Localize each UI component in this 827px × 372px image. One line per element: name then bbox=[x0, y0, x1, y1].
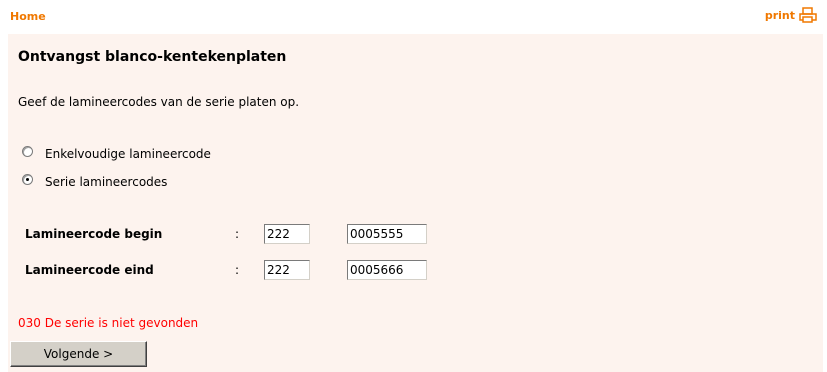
radio-series-button[interactable] bbox=[22, 173, 33, 185]
home-link[interactable]: Home bbox=[10, 10, 46, 23]
page-title: Ontvangst blanco-kentekenplaten bbox=[18, 49, 287, 65]
radio-option-single[interactable]: Enkelvoudige lamineercode bbox=[22, 145, 211, 161]
field-end-label: Lamineercode eind bbox=[25, 263, 154, 277]
print-link[interactable]: print bbox=[765, 7, 817, 23]
begin-code-number-input[interactable] bbox=[347, 224, 427, 244]
radio-single-label: Enkelvoudige lamineercode bbox=[45, 147, 211, 161]
next-button[interactable]: Volgende > bbox=[10, 341, 147, 367]
field-begin-separator: : bbox=[235, 227, 240, 241]
form-panel: Ontvangst blanco-kentekenplaten Geef de … bbox=[8, 34, 823, 372]
begin-code-prefix-input[interactable] bbox=[264, 224, 310, 244]
radio-single-button[interactable] bbox=[22, 145, 33, 157]
top-bar: Home print bbox=[0, 0, 827, 32]
end-code-prefix-input[interactable] bbox=[264, 260, 310, 280]
print-label: print bbox=[764, 8, 795, 22]
printer-icon bbox=[799, 7, 817, 23]
radio-series-label: Serie lamineercodes bbox=[45, 175, 168, 189]
instruction-text: Geef de lamineercodes van de serie plate… bbox=[18, 95, 300, 109]
field-end-separator: : bbox=[235, 263, 240, 277]
field-begin-label: Lamineercode begin bbox=[25, 227, 163, 241]
end-code-number-input[interactable] bbox=[347, 260, 427, 280]
error-message: 030 De serie is niet gevonden bbox=[18, 316, 199, 330]
radio-option-series[interactable]: Serie lamineercodes bbox=[22, 173, 168, 189]
